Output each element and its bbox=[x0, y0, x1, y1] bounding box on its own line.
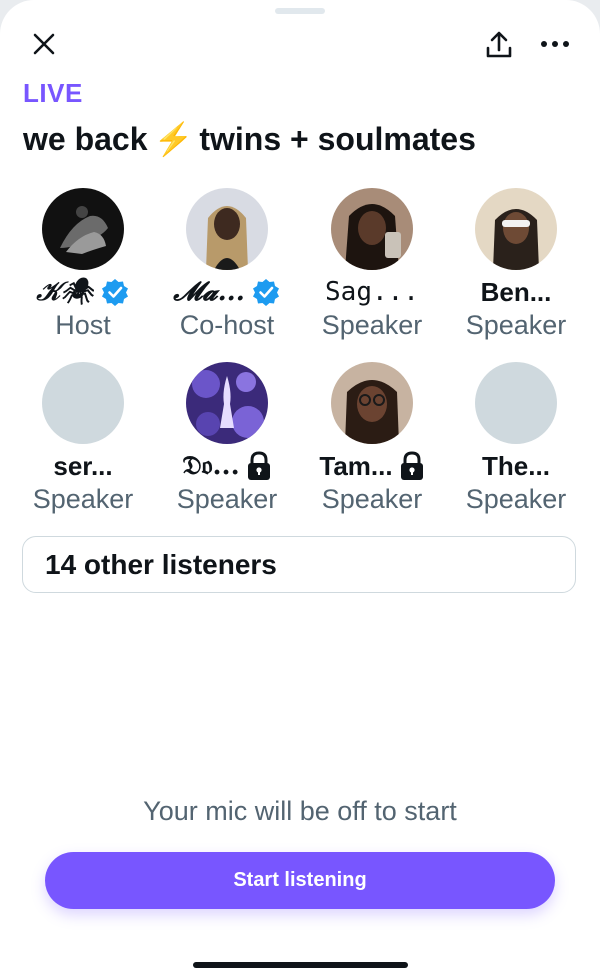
verified-badge-icon bbox=[252, 279, 279, 306]
participant-8[interactable]: The... Speaker bbox=[444, 362, 588, 515]
participant-role: Speaker bbox=[321, 310, 423, 340]
participant-role: Speaker bbox=[176, 484, 278, 514]
more-icon bbox=[541, 41, 569, 47]
participant-role: Host bbox=[55, 310, 111, 340]
close-button[interactable] bbox=[28, 28, 60, 60]
share-icon bbox=[486, 31, 512, 58]
participant-3[interactable]: Sag... Speaker bbox=[300, 188, 444, 341]
verified-badge-icon bbox=[101, 279, 128, 306]
sheet-grabber[interactable] bbox=[275, 8, 325, 14]
avatar-placeholder bbox=[475, 362, 557, 444]
participant-name: Ben... bbox=[480, 276, 552, 307]
participant-role: Speaker bbox=[32, 484, 134, 514]
title-text-1: we back bbox=[23, 121, 148, 157]
lock-icon bbox=[247, 451, 270, 480]
participant-role: Co-host bbox=[179, 310, 275, 340]
avatar bbox=[42, 188, 124, 270]
participant-name: 𝔇𝔬... bbox=[182, 450, 240, 481]
title-emoji: ⚡ bbox=[153, 121, 194, 157]
participant-role: Speaker bbox=[465, 310, 567, 340]
avatar bbox=[331, 362, 413, 444]
live-badge: LIVE bbox=[23, 78, 83, 108]
mic-note: Your mic will be off to start bbox=[143, 796, 457, 826]
share-button[interactable] bbox=[482, 28, 516, 62]
other-listeners-button[interactable]: 14 other listeners bbox=[22, 536, 576, 593]
participant-1[interactable]: 𝒦🕷 Host bbox=[11, 188, 155, 341]
participant-name: 𝒦🕷 bbox=[36, 276, 94, 307]
start-listening-button[interactable]: Start listening bbox=[45, 852, 555, 909]
listeners-label: 14 other listeners bbox=[45, 548, 277, 580]
participant-4[interactable]: Ben... Speaker bbox=[444, 188, 588, 341]
avatar-placeholder bbox=[42, 362, 124, 444]
home-indicator bbox=[193, 962, 408, 968]
participant-7[interactable]: Tam... Speaker bbox=[300, 362, 444, 515]
more-button[interactable] bbox=[538, 30, 572, 58]
avatar bbox=[331, 188, 413, 270]
participant-6[interactable]: 𝔇𝔬... Speaker bbox=[155, 362, 299, 515]
participant-role: Speaker bbox=[465, 484, 567, 514]
title-text-2: twins + soulmates bbox=[199, 121, 476, 157]
participant-name: The... bbox=[482, 450, 550, 481]
participant-name: ser... bbox=[53, 450, 113, 481]
participant-name: 𝓜𝓪... bbox=[173, 276, 245, 307]
space-sheet: LIVE we back⚡twins + soulmates 𝒦🕷 Host bbox=[0, 0, 600, 979]
participant-2[interactable]: 𝓜𝓪... Co-host bbox=[155, 188, 299, 341]
avatar bbox=[186, 362, 268, 444]
avatar bbox=[475, 188, 557, 270]
participant-5[interactable]: ser... Speaker bbox=[11, 362, 155, 515]
avatar bbox=[186, 188, 268, 270]
participant-name: Sag... bbox=[325, 277, 419, 307]
participant-name: Tam... bbox=[319, 450, 393, 481]
participant-role: Speaker bbox=[321, 484, 423, 514]
space-title: we back ⚡ twins + soulmates bbox=[23, 120, 476, 158]
close-icon bbox=[33, 33, 55, 55]
lock-icon bbox=[400, 451, 423, 480]
